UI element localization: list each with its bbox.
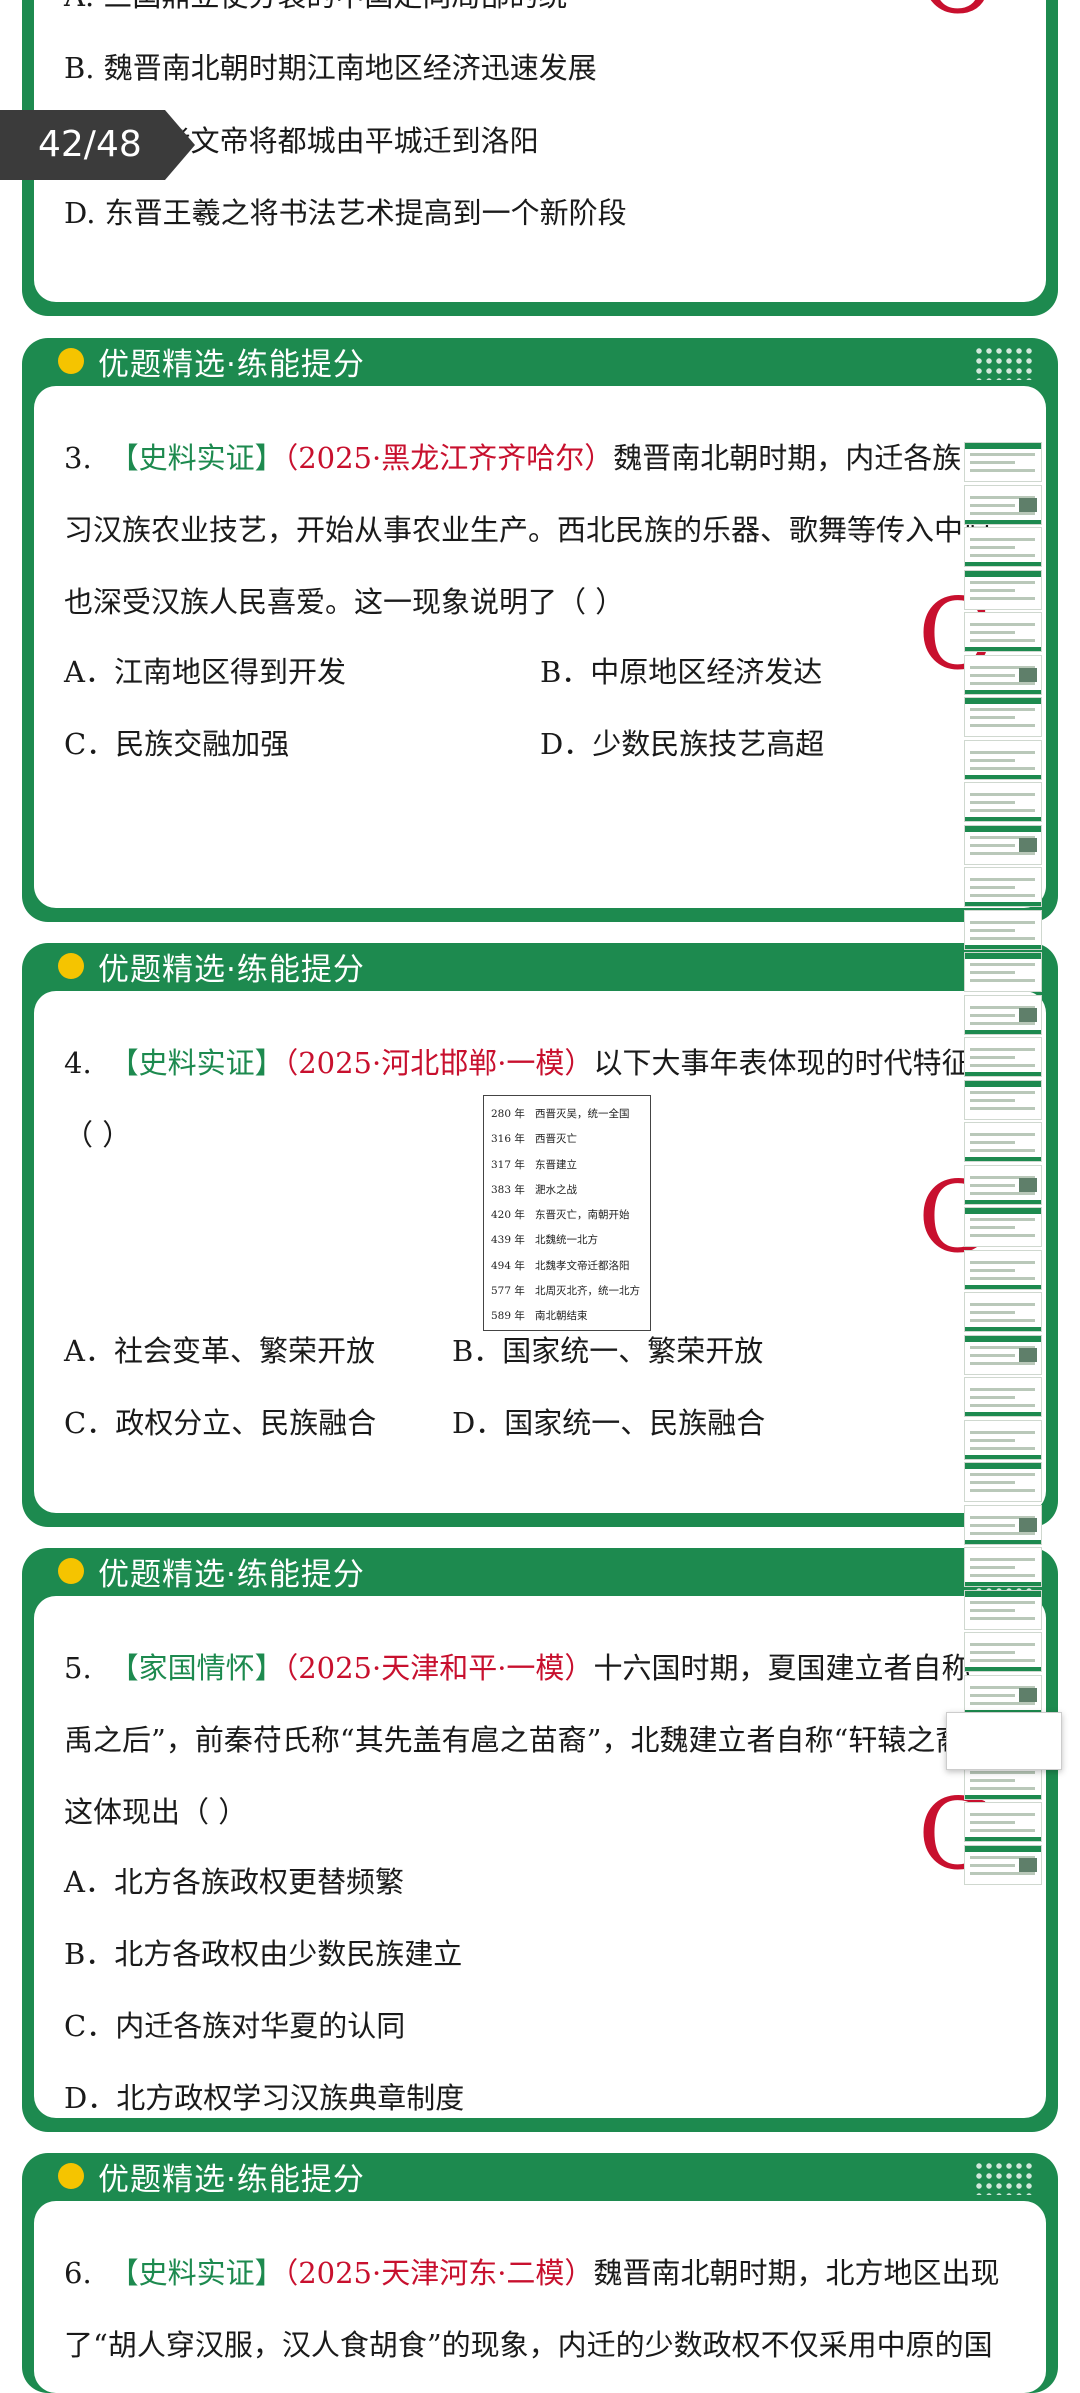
option-b[interactable]: B．国家统一、繁荣开放	[452, 1331, 763, 1371]
page-counter: 42/48	[0, 110, 195, 180]
question-card-5: 优题精选·练能提分 5. 【家国情怀】（2025·天津和平·一模）十六国时期，夏国…	[22, 1548, 1058, 2132]
option-b[interactable]: B. 魏晋南北朝时期江南地区经济迅速发展	[64, 48, 597, 88]
slide-thumbnail[interactable]	[964, 697, 1042, 737]
slide-thumbnail[interactable]	[964, 1292, 1042, 1332]
question-source: （2025·河北邯郸·一模）	[283, 1046, 594, 1080]
option-d[interactable]: D．国家统一、民族融合	[452, 1403, 765, 1443]
slide-thumbnail[interactable]	[964, 1547, 1042, 1587]
slide-thumbnail[interactable]	[964, 952, 1042, 992]
question-stem-line: 禹之后”，前秦苻氏称“其先盖有扈之苗裔”，北魏建立者自称“轩辕之裔”。	[64, 1723, 1009, 1757]
option-d[interactable]: D．北方政权学习汉族典章制度	[64, 2078, 464, 2118]
question-stem-line: 习汉族农业技艺，开始从事农业生产。西北民族的乐器、歌舞等传入中原，	[64, 513, 1022, 547]
slide-thumbnail[interactable]	[964, 569, 1042, 610]
slide-thumbnail[interactable]	[964, 1844, 1042, 1885]
timeline-row: 280 年西晋灭吴，统一全国	[491, 1108, 630, 1120]
slide-thumbnail[interactable]	[964, 612, 1042, 652]
question-stem-line: 了“胡人穿汉服，汉人食胡食”的现象，内迁的少数政权不仅采用中原的国	[64, 2328, 993, 2362]
section-title: 优题精选·练能提分	[98, 346, 365, 383]
slide-thumbnail[interactable]	[964, 1674, 1042, 1715]
option-a[interactable]: A．北方各族政权更替频繁	[64, 1862, 404, 1902]
bullet-icon	[58, 953, 84, 979]
slide-thumbnail[interactable]	[964, 1377, 1042, 1417]
slide-thumbnail[interactable]	[964, 782, 1042, 822]
slide-thumbnail[interactable]	[964, 1802, 1042, 1842]
slide-thumbnail[interactable]	[964, 867, 1042, 907]
slide-thumbnail[interactable]	[964, 1207, 1042, 1247]
section-title: 优题精选·练能提分	[98, 951, 365, 988]
slide-thumbnail[interactable]	[964, 1037, 1042, 1077]
slide-thumbnail-strip[interactable]	[964, 442, 1046, 1892]
section-title: 优题精选·练能提分	[98, 2161, 365, 2198]
slide-thumbnail[interactable]	[964, 994, 1042, 1035]
question-tag: 【史料实证】	[109, 441, 284, 475]
question-stem: 3. 【史料实证】（2025·黑龙江齐齐哈尔）魏晋南北朝时期，内迁各族	[64, 441, 962, 475]
slide-thumbnail[interactable]	[964, 484, 1042, 525]
section-title: 优题精选·练能提分	[98, 1556, 365, 1593]
section-header: 优题精选·练能提分	[22, 943, 1058, 989]
question-source: （2025·天津和平·一模）	[283, 1651, 594, 1685]
timeline-row: 316 年西晋灭亡	[491, 1133, 577, 1146]
slide-thumbnail[interactable]	[964, 1504, 1042, 1545]
section-header: 优题精选·练能提分	[22, 1548, 1058, 1594]
question-source: （2025·黑龙江齐齐哈尔）	[283, 441, 614, 475]
events-timeline-table: 280 年西晋灭吴，统一全国 316 年西晋灭亡 317 年东晋建立 383 年…	[483, 1095, 651, 1331]
slide-thumbnail[interactable]	[964, 1079, 1042, 1120]
question-card-6: 优题精选·练能提分 6. 【史料实证】（2025·天津河东·二模）魏晋南北朝时期，…	[22, 2153, 1058, 2393]
option-c[interactable]: C．内迁各族对华夏的认同	[64, 2006, 405, 2046]
dots-decoration-icon	[974, 2161, 1036, 2195]
slide-thumbnail[interactable]	[964, 1164, 1042, 1205]
slide-thumbnail[interactable]	[964, 1589, 1042, 1630]
slide-thumbnail[interactable]	[964, 739, 1042, 780]
slide-thumbnail[interactable]	[964, 654, 1042, 695]
slide-thumbnail[interactable]	[964, 527, 1042, 567]
question-stem-line: 这体现出（ ）	[64, 1795, 248, 1829]
timeline-row: 439 年北魏统一北方	[491, 1234, 598, 1247]
question-stem: 4. 【史料实证】（2025·河北邯郸·一模）以下大事年表体现的时代特征	[64, 1046, 971, 1080]
slide-thumbnail[interactable]	[964, 442, 1042, 482]
question-stem-line: 也深受汉族人民喜爱。这一现象说明了（ ）	[64, 585, 625, 619]
timeline-row: 577 年北周灭北齐，统一北方	[491, 1285, 640, 1298]
timeline-row: 420 年东晋灭亡，南朝开始	[491, 1209, 630, 1222]
option-b[interactable]: B．北方各政权由少数民族建立	[64, 1934, 462, 1974]
question-stem: 6. 【史料实证】（2025·天津河东·二模）魏晋南北朝时期，北方地区出现	[64, 2256, 1000, 2290]
question-body: 6. 【史料实证】（2025·天津河东·二模）魏晋南北朝时期，北方地区出现 了“胡…	[34, 2201, 1046, 2393]
slide-thumbnail[interactable]	[964, 1122, 1042, 1162]
timeline-row: 317 年东晋建立	[491, 1158, 577, 1171]
option-c[interactable]: C．政权分立、民族融合	[64, 1403, 376, 1443]
slide-thumbnail[interactable]	[964, 1419, 1042, 1460]
bullet-icon	[58, 2163, 84, 2189]
option-a[interactable]: A. 三国鼎立使分裂的中国走向局部的统一	[64, 0, 596, 16]
timeline-row: 494 年北魏孝文帝迁都洛阳	[491, 1259, 630, 1272]
bullet-icon	[58, 348, 84, 374]
question-source: （2025·天津河东·二模）	[283, 2256, 594, 2290]
option-c[interactable]: C．民族交融加强	[64, 724, 289, 764]
slide-thumbnail[interactable]	[964, 1632, 1042, 1672]
question-tag: 【家国情怀】	[109, 1651, 284, 1685]
option-a[interactable]: A．江南地区得到开发	[64, 652, 346, 692]
option-d[interactable]: D. 东晋王羲之将书法艺术提高到一个新阶段	[64, 193, 627, 233]
section-header: 优题精选·练能提分	[22, 2153, 1058, 2199]
option-b[interactable]: B．中原地区经济发达	[540, 652, 822, 692]
timeline-row: 383 年淝水之战	[491, 1183, 577, 1196]
thumbnail-preview-popup[interactable]	[946, 1712, 1062, 1770]
timeline-row: 589 年南北朝结束	[491, 1310, 588, 1323]
bullet-icon	[58, 1558, 84, 1584]
slide-thumbnail[interactable]	[964, 824, 1042, 865]
section-header: 优题精选·练能提分	[22, 338, 1058, 384]
question-tag: 【史料实证】	[109, 1046, 284, 1080]
answer-mark: C	[918, 0, 993, 28]
question-stem: 5. 【家国情怀】（2025·天津和平·一模）十六国时期，夏国建立者自称	[64, 1651, 971, 1685]
option-a[interactable]: A．社会变革、繁荣开放	[64, 1331, 375, 1371]
slide-thumbnail[interactable]	[964, 909, 1042, 950]
slide-thumbnail[interactable]	[964, 1334, 1042, 1375]
question-body: 3. 【史料实证】（2025·黑龙江齐齐哈尔）魏晋南北朝时期，内迁各族 习汉族农业…	[34, 386, 1046, 908]
slide-thumbnail[interactable]	[964, 1462, 1042, 1502]
question-tag: 【史料实证】	[109, 2256, 284, 2290]
dots-decoration-icon	[974, 346, 1036, 380]
option-d[interactable]: D．少数民族技艺高超	[540, 724, 824, 764]
question-body: 5. 【家国情怀】（2025·天津和平·一模）十六国时期，夏国建立者自称 禹之后”…	[34, 1596, 1046, 2118]
question-card-3: 优题精选·练能提分 3. 【史料实证】（2025·黑龙江齐齐哈尔）魏晋南北朝时期，…	[22, 338, 1058, 922]
slide-thumbnail[interactable]	[964, 1249, 1042, 1290]
